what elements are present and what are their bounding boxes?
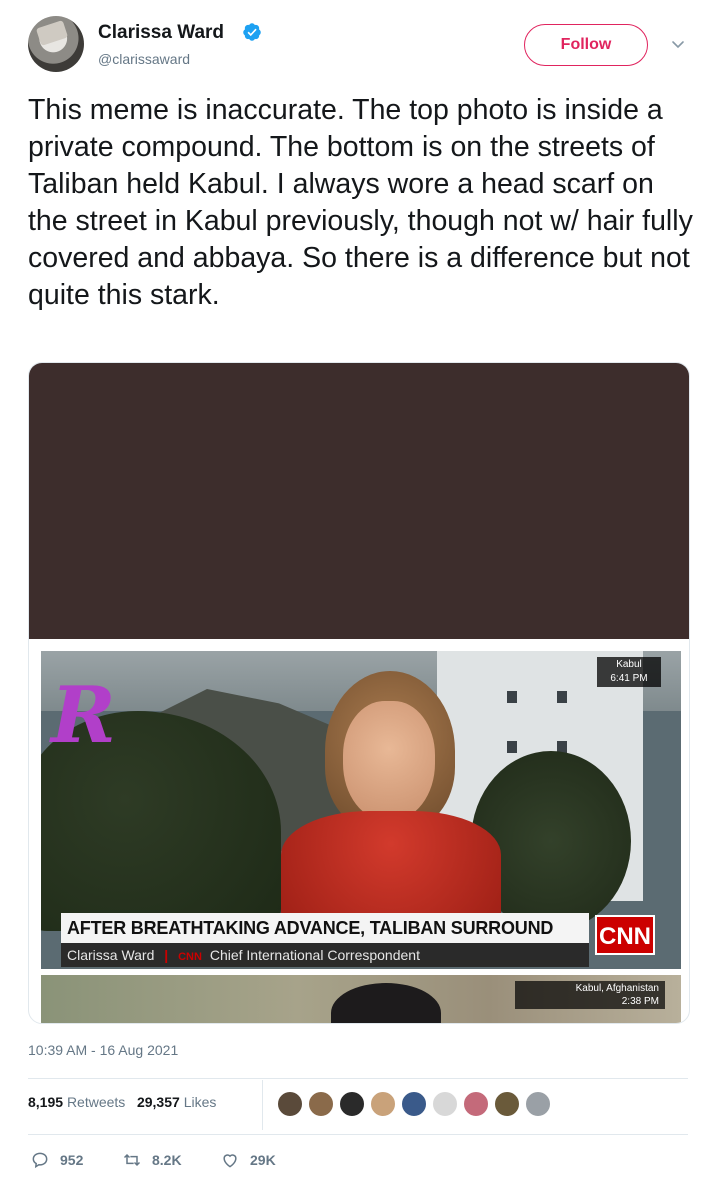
news-headline: AFTER BREATHTAKING ADVANCE, TALIBAN SURR… xyxy=(61,913,589,968)
time-label: 6:41 PM xyxy=(610,673,648,684)
reply-icon xyxy=(32,1152,48,1169)
liker-avatar[interactable] xyxy=(276,1090,304,1118)
location-badge: Kabul 6:41 PM xyxy=(597,657,661,687)
retweet-icon xyxy=(123,1153,141,1167)
liker-avatar[interactable] xyxy=(400,1090,428,1118)
liker-avatar[interactable] xyxy=(462,1090,490,1118)
liker-avatar[interactable] xyxy=(524,1090,552,1118)
tweet-timestamp[interactable]: 10:39 AM - 16 Aug 2021 xyxy=(28,1042,178,1058)
likes-label[interactable]: Likes xyxy=(184,1094,217,1110)
reporter-line: Clarissa Ward | CNN Chief International … xyxy=(61,943,589,967)
location-label-2: Kabul, Afghanistan xyxy=(575,983,659,994)
liker-avatar[interactable] xyxy=(493,1090,521,1118)
tweet-media[interactable]: R Kabul 6:41 PM AFTER BREATHTAKING ADVAN… xyxy=(28,362,690,1024)
divider xyxy=(28,1134,688,1135)
time-label-2: 2:38 PM xyxy=(621,996,659,1007)
verified-badge-icon xyxy=(243,23,261,41)
liker-avatar[interactable] xyxy=(431,1090,459,1118)
likes-count[interactable]: 29,357 xyxy=(137,1094,180,1110)
tweet-header: Clarissa Ward @clarissaward Follow xyxy=(28,16,692,76)
cnn-logo-icon: CNN xyxy=(595,915,655,955)
reporter-name: Clarissa Ward xyxy=(67,947,155,963)
stats-divider xyxy=(262,1080,263,1130)
chevron-down-icon[interactable] xyxy=(668,34,688,54)
reporter-role: Chief International Correspondent xyxy=(209,947,420,963)
lower-third: AFTER BREATHTAKING ADVANCE, TALIBAN SURR… xyxy=(61,913,661,968)
liker-avatar[interactable] xyxy=(369,1090,397,1118)
like-count: 29K xyxy=(250,1152,276,1168)
news-frame-2: Kabul, Afghanistan 2:38 PM xyxy=(41,975,681,1023)
retweet-count: 8.2K xyxy=(152,1152,182,1168)
r-logo-icon: R xyxy=(51,670,116,761)
reply-button[interactable]: 952 xyxy=(30,1148,83,1172)
retweets-count[interactable]: 8,195 xyxy=(28,1094,63,1110)
media-top-image xyxy=(29,363,689,639)
head-scarf-figure xyxy=(331,983,441,1023)
reporter-figure xyxy=(281,671,501,921)
liker-avatar[interactable] xyxy=(338,1090,366,1118)
divider xyxy=(28,1078,688,1079)
like-button[interactable]: 29K xyxy=(220,1148,276,1172)
author-name[interactable]: Clarissa Ward xyxy=(98,22,224,44)
liker-avatar[interactable] xyxy=(307,1090,335,1118)
heart-icon xyxy=(223,1154,237,1168)
retweets-label[interactable]: Retweets xyxy=(67,1094,125,1110)
network-tag: CNN xyxy=(178,951,202,963)
tweet-stats: 8,195 Retweets 29,357 Likes xyxy=(28,1094,216,1110)
location-badge-2: Kabul, Afghanistan 2:38 PM xyxy=(515,981,665,1009)
follow-button[interactable]: Follow xyxy=(524,24,648,66)
reply-count: 952 xyxy=(60,1152,84,1168)
tweet-text: This meme is inaccurate. The top photo i… xyxy=(28,94,693,311)
retweet-button[interactable]: 8.2K xyxy=(122,1148,182,1172)
avatar[interactable] xyxy=(28,16,84,72)
location-label: Kabul xyxy=(616,659,642,670)
news-frame-1: R Kabul 6:41 PM AFTER BREATHTAKING ADVAN… xyxy=(41,651,681,969)
author-handle[interactable]: @clarissaward xyxy=(98,51,190,67)
